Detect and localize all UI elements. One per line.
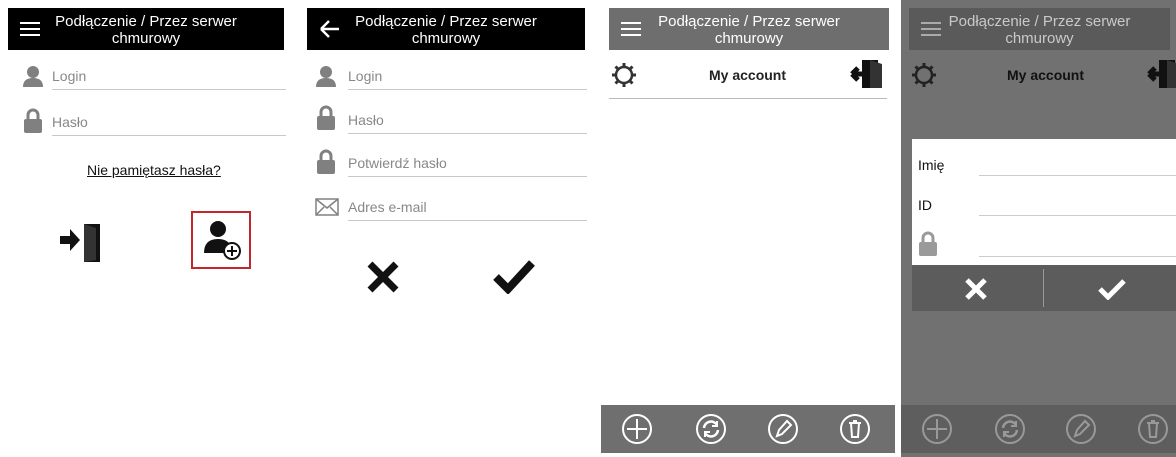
delete-trash-icon <box>1138 414 1168 444</box>
bottom-toolbar <box>601 405 895 453</box>
bottom-toolbar <box>901 405 1176 453</box>
edit-pencil-icon[interactable] <box>767 413 799 445</box>
login-door-icon[interactable] <box>60 222 102 264</box>
cancel-button[interactable] <box>366 260 400 294</box>
settings-gear-icon[interactable] <box>611 62 637 88</box>
login-field[interactable]: Login <box>52 64 286 90</box>
header-title-line2: chmurowy <box>1005 30 1074 47</box>
password-placeholder: Hasło <box>52 114 88 130</box>
refresh-icon <box>995 414 1025 444</box>
confirm-button[interactable] <box>1098 278 1126 300</box>
add-user-icon <box>204 221 241 260</box>
email-placeholder: Adres e-mail <box>348 199 427 215</box>
account-title: My account <box>709 67 787 83</box>
login-placeholder: Login <box>348 68 383 84</box>
header-title-line1: Podłączenie / Przez serwer <box>55 13 237 30</box>
name-input[interactable] <box>979 175 1176 176</box>
app-header: Podłączenie / Przez serwer chmurowy <box>307 8 585 50</box>
account-dialog-screen: Podłączenie / Przez serwer chmurowy My a… <box>901 0 1176 457</box>
forgot-password-link[interactable]: Nie pamiętasz hasła? <box>87 162 221 178</box>
header-title-line2: chmurowy <box>714 30 784 47</box>
header-title-line2: chmurowy <box>411 30 481 47</box>
lock-icon <box>24 108 42 133</box>
name-label: Imię <box>918 157 945 173</box>
password-placeholder: Hasło <box>348 112 384 128</box>
confirm-password-placeholder: Potwierdź hasło <box>348 155 447 171</box>
email-icon <box>315 198 339 216</box>
account-dialog: Imię ID <box>912 139 1176 265</box>
login-placeholder: Login <box>52 68 87 84</box>
confirm-button[interactable] <box>493 258 535 294</box>
email-field[interactable]: Adres e-mail <box>348 195 587 221</box>
password-input[interactable] <box>979 256 1176 257</box>
lock-icon <box>317 149 335 174</box>
edit-pencil-icon <box>1066 414 1096 444</box>
logout-door-icon[interactable] <box>848 58 884 90</box>
divider <box>609 98 887 99</box>
password-field[interactable]: Hasło <box>348 108 587 134</box>
delete-trash-icon[interactable] <box>839 413 871 445</box>
logout-door-icon <box>1147 60 1176 88</box>
account-screen: Podłączenie / Przez serwer chmurowy My a… <box>601 0 895 457</box>
user-icon <box>316 66 336 87</box>
cancel-button[interactable] <box>964 277 988 301</box>
password-field[interactable]: Hasło <box>52 110 286 136</box>
login-screen: Podłączenie / Przez serwer chmurowy Logi… <box>0 0 290 457</box>
app-header: Podłączenie / Przez serwer chmurowy <box>609 8 889 50</box>
divider <box>1043 269 1044 307</box>
confirm-password-field[interactable]: Potwierdź hasło <box>348 151 587 177</box>
add-user-button[interactable] <box>191 211 251 269</box>
id-input[interactable] <box>979 215 1176 216</box>
add-circle-icon[interactable] <box>621 413 653 445</box>
header-title-line1: Podłączenie / Przez serwer <box>948 13 1131 30</box>
account-title: My account <box>1007 67 1085 83</box>
user-icon <box>23 66 43 87</box>
id-label: ID <box>918 197 932 213</box>
app-header: Podłączenie / Przez serwer chmurowy <box>909 8 1170 50</box>
register-screen: Podłączenie / Przez serwer chmurowy Logi… <box>299 0 591 457</box>
app-header: Podłączenie / Przez serwer chmurowy <box>8 8 284 50</box>
header-title-line1: Podłączenie / Przez serwer <box>658 13 840 30</box>
login-field[interactable]: Login <box>348 64 587 90</box>
header-title-line2: chmurowy <box>111 30 181 47</box>
lock-icon <box>317 105 335 130</box>
add-circle-icon <box>922 414 952 444</box>
settings-gear-icon <box>912 63 936 87</box>
header-title-line1: Podłączenie / Przez serwer <box>355 13 537 30</box>
lock-icon <box>919 231 937 256</box>
dialog-action-bar <box>912 265 1176 311</box>
refresh-icon[interactable] <box>695 413 727 445</box>
